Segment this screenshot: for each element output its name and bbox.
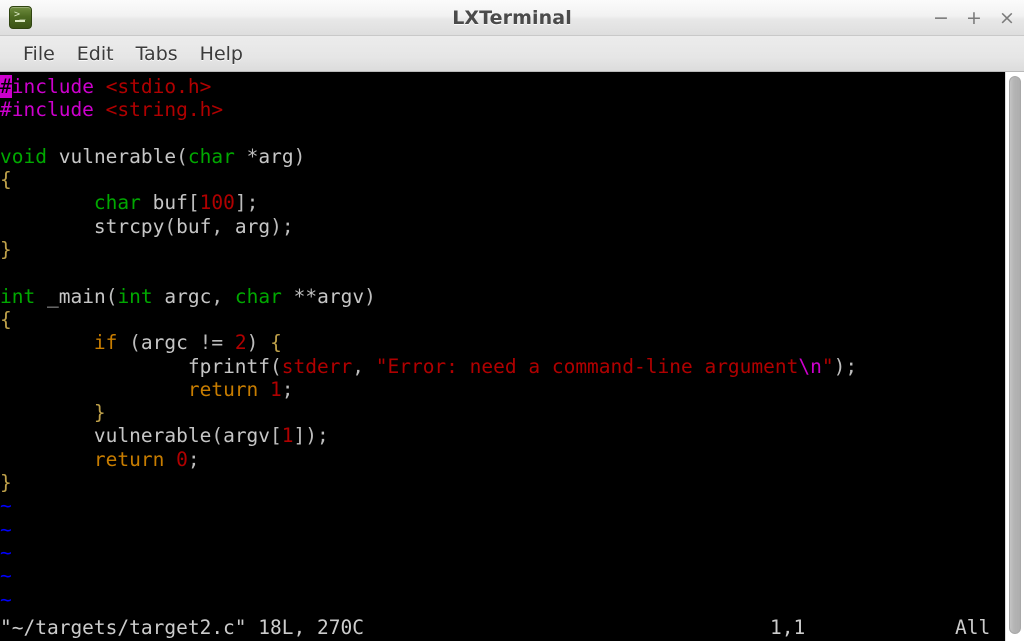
menu-item-file[interactable]: File bbox=[12, 43, 66, 65]
vim-filler-line: ~ bbox=[0, 587, 12, 611]
code-line: } bbox=[0, 238, 12, 262]
close-icon: × bbox=[999, 7, 1015, 29]
code-line: fprintf(stderr, "Error: need a command-l… bbox=[187, 354, 858, 378]
title-bar: >_ LXTerminal − + × bbox=[0, 0, 1024, 36]
vim-filler-line: ~ bbox=[0, 540, 12, 564]
code-line: strcpy(buf, arg); bbox=[93, 214, 294, 238]
maximize-button[interactable]: + bbox=[965, 7, 983, 29]
minimize-button[interactable]: − bbox=[932, 7, 950, 29]
menu-bar: File Edit Tabs Help bbox=[0, 36, 1024, 72]
status-view-percent: All bbox=[955, 616, 991, 639]
lxterminal-window: >_ LXTerminal − + × File Edit Tabs Help … bbox=[0, 0, 1024, 641]
scrollbar-thumb[interactable] bbox=[1009, 76, 1021, 634]
code-line: { bbox=[0, 307, 12, 331]
maximize-icon: + bbox=[966, 7, 982, 29]
code-line: } bbox=[0, 471, 12, 495]
vertical-scrollbar[interactable] bbox=[1005, 72, 1024, 641]
code-line: #include <string.h> bbox=[0, 98, 224, 122]
vim-buffer[interactable]: #include <stdio.h> #include <string.h> vo… bbox=[0, 72, 1005, 641]
window-controls: − + × bbox=[932, 0, 1016, 36]
code-line: void vulnerable(char *arg) bbox=[0, 144, 306, 168]
code-line: { bbox=[0, 168, 12, 192]
menu-item-tabs[interactable]: Tabs bbox=[125, 43, 189, 65]
code-line: int _main(int argc, char **argv) bbox=[0, 284, 376, 308]
window-title: LXTerminal bbox=[452, 6, 572, 29]
vim-status-line: "~/targets/target2.c" 18L, 270C 1,1 All bbox=[0, 615, 1005, 641]
vim-cursor: # bbox=[0, 75, 12, 98]
vim-filler-line: ~ bbox=[0, 564, 12, 588]
vim-filler-line: ~ bbox=[0, 494, 12, 518]
code-line: } bbox=[93, 401, 106, 425]
code-line: return 1; bbox=[187, 377, 294, 401]
terminal-area[interactable]: #include <stdio.h> #include <string.h> vo… bbox=[0, 72, 1024, 641]
code-line: char buf[100]; bbox=[93, 191, 259, 215]
menu-item-edit[interactable]: Edit bbox=[66, 43, 125, 65]
close-button[interactable]: × bbox=[998, 7, 1016, 29]
menu-item-help[interactable]: Help bbox=[189, 43, 254, 65]
code-line: vulnerable(argv[1]); bbox=[93, 424, 329, 448]
code-line: #include <stdio.h> bbox=[0, 75, 212, 98]
status-file-info: "~/targets/target2.c" 18L, 270C bbox=[0, 616, 364, 639]
code-line: if (argc != 2) { bbox=[93, 331, 282, 355]
code-line: return 0; bbox=[93, 447, 200, 471]
vim-filler-line: ~ bbox=[0, 517, 12, 541]
status-cursor-position: 1,1 bbox=[770, 616, 806, 639]
minimize-icon: − bbox=[933, 7, 949, 29]
